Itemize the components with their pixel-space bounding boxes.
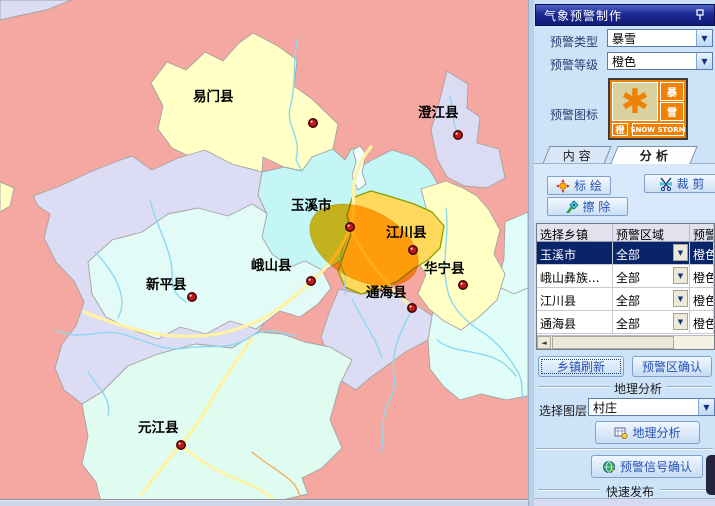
eraser-icon <box>565 200 579 214</box>
warning-name-top: 暴 <box>660 82 684 101</box>
cell-level: 橙色 <box>690 311 714 333</box>
cell-town: 通海县 <box>537 311 613 333</box>
table-row[interactable]: 通海县全部▼橙色 <box>537 311 714 334</box>
city-marker <box>409 246 417 254</box>
geo-analyze-button[interactable]: 地理分析 <box>595 421 700 444</box>
cell-level: 橙色 <box>690 265 714 287</box>
map-canvas[interactable]: 易门县澄江县玉溪市江川县峨山县 华宁县新平县 通海县元江县 <box>0 0 528 500</box>
chevron-down-icon[interactable]: ▼ <box>696 53 712 69</box>
group-line <box>660 489 706 491</box>
map-label: 江川县 <box>386 224 427 241</box>
chevron-down-icon[interactable]: ▼ <box>698 399 714 415</box>
col-header-level: 预警等 <box>690 224 714 241</box>
scrollbar-thumb[interactable] <box>552 336 674 349</box>
group-line <box>538 489 600 491</box>
scissors-icon <box>659 177 673 191</box>
globe-icon <box>602 460 616 474</box>
township-table: 选择乡镇 预警区域 预警等 玉溪市全部▼橙色峨山彝族...全部▼橙色江川县全部▼… <box>536 223 715 350</box>
layer-select[interactable]: 村庄 ▼ <box>588 398 715 416</box>
map-svg: 易门县澄江县玉溪市江川县峨山县 华宁县新平县 通海县元江县 <box>0 0 528 500</box>
warning-name-cells: 暴 雪 <box>660 82 684 121</box>
cell-town: 峨山彝族... <box>537 265 613 287</box>
layer-select-label: 选择图层 <box>539 402 587 419</box>
cell-town: 江川县 <box>537 288 613 310</box>
panel-bottom-strip <box>534 498 715 506</box>
cell-town: 玉溪市 <box>537 242 613 264</box>
city-marker <box>309 119 317 127</box>
map-label: 通海县 <box>366 284 407 301</box>
warning-level-select[interactable]: 橙色 ▼ <box>607 52 713 70</box>
cell-area: 全部▼ <box>613 311 690 333</box>
warning-level-char: 橙 <box>612 123 628 136</box>
clipped-dark-button[interactable] <box>706 455 715 495</box>
city-marker <box>307 277 315 285</box>
township-refresh-button[interactable]: 乡镇刷新 <box>538 356 624 377</box>
map-label: 峨山县 <box>251 257 292 274</box>
tab-strip: 内 容 分 析 <box>534 146 715 164</box>
city-marker <box>454 131 462 139</box>
crop-button[interactable]: 裁 剪 <box>644 174 715 193</box>
snowflake-icon: ✱ <box>612 82 658 121</box>
area-dropdown-icon[interactable]: ▼ <box>673 290 688 307</box>
warning-type-label: 预警类型 <box>550 33 598 50</box>
layer-value: 村庄 <box>589 399 698 416</box>
area-dropdown-icon[interactable]: ▼ <box>673 313 688 330</box>
section-divider <box>536 448 713 450</box>
geo-analyze-icon <box>614 426 628 440</box>
map-label: 易门县 <box>193 88 234 105</box>
area-dropdown-icon[interactable]: ▼ <box>673 244 688 261</box>
warning-type-select[interactable]: 暴雪 ▼ <box>607 29 713 47</box>
map-label: 玉溪市 <box>291 197 332 214</box>
scroll-left-icon[interactable]: ◄ <box>537 336 551 349</box>
city-marker <box>188 293 196 301</box>
warning-level-label: 预警等级 <box>550 56 598 73</box>
table-header: 选择乡镇 预警区域 预警等 <box>537 224 714 242</box>
col-header-area: 预警区域 <box>613 224 690 241</box>
city-marker <box>346 223 354 231</box>
group-line <box>666 386 712 388</box>
cell-area: 全部▼ <box>613 265 690 287</box>
map-label: 澄江县 <box>418 104 459 121</box>
chevron-down-icon[interactable]: ▼ <box>696 30 712 46</box>
map-bottom-strip <box>0 501 528 506</box>
table-row[interactable]: 峨山彝族...全部▼橙色 <box>537 265 714 288</box>
table-row[interactable]: 江川县全部▼橙色 <box>537 288 714 311</box>
warning-area-confirm-button[interactable]: 预警区确认 <box>632 356 712 377</box>
warning-icon: ✱ 暴 雪 橙 SNOW STORM <box>608 78 688 140</box>
cell-area: 全部▼ <box>613 242 690 264</box>
group-line <box>538 386 610 388</box>
signal-confirm-button[interactable]: 预警信号确认 <box>591 455 703 478</box>
warning-type-value: 暴雪 <box>608 30 696 47</box>
warning-icon-label: 预警图标 <box>550 106 598 123</box>
app-window: 易门县澄江县玉溪市江川县峨山县华宁县新平县通海县元江县 气象预警制作 预警类型 … <box>0 0 715 506</box>
plot-icon <box>556 179 570 193</box>
city-marker <box>408 304 416 312</box>
city-marker <box>459 281 467 289</box>
cell-level: 橙色 <box>690 242 714 264</box>
table-body: 玉溪市全部▼橙色峨山彝族...全部▼橙色江川县全部▼橙色通海县全部▼橙色 <box>537 242 714 334</box>
panel-title: 气象预警制作 <box>544 7 694 24</box>
erase-button[interactable]: 擦 除 <box>547 197 628 216</box>
warning-panel: 气象预警制作 预警类型 暴雪 ▼ 预警等级 橙色 ▼ 预警图标 ✱ 暴 雪 橙 … <box>534 0 715 506</box>
map-label: 元江县 <box>138 419 179 436</box>
panel-titlebar: 气象预警制作 <box>535 4 715 26</box>
tab-content[interactable]: 内 容 <box>542 146 611 164</box>
pin-icon[interactable] <box>694 9 706 21</box>
cell-area: 全部▼ <box>613 288 690 310</box>
area-dropdown-icon[interactable]: ▼ <box>673 267 688 284</box>
warning-caption: SNOW STORM <box>632 123 684 136</box>
horizontal-scrollbar[interactable]: ◄ <box>537 335 714 349</box>
warning-name-bottom: 雪 <box>660 102 684 121</box>
geo-group-label: 地理分析 <box>614 380 662 397</box>
table-row[interactable]: 玉溪市全部▼橙色 <box>537 242 714 265</box>
map-label: 新平县 <box>146 276 187 293</box>
warning-level-value: 橙色 <box>608 53 696 70</box>
plot-button[interactable]: 标 绘 <box>547 176 611 195</box>
city-marker <box>177 441 185 449</box>
map-label: 华宁县 <box>424 260 465 277</box>
cell-level: 橙色 <box>690 288 714 310</box>
tab-analysis[interactable]: 分 析 <box>610 146 697 164</box>
col-header-town: 选择乡镇 <box>537 224 613 241</box>
